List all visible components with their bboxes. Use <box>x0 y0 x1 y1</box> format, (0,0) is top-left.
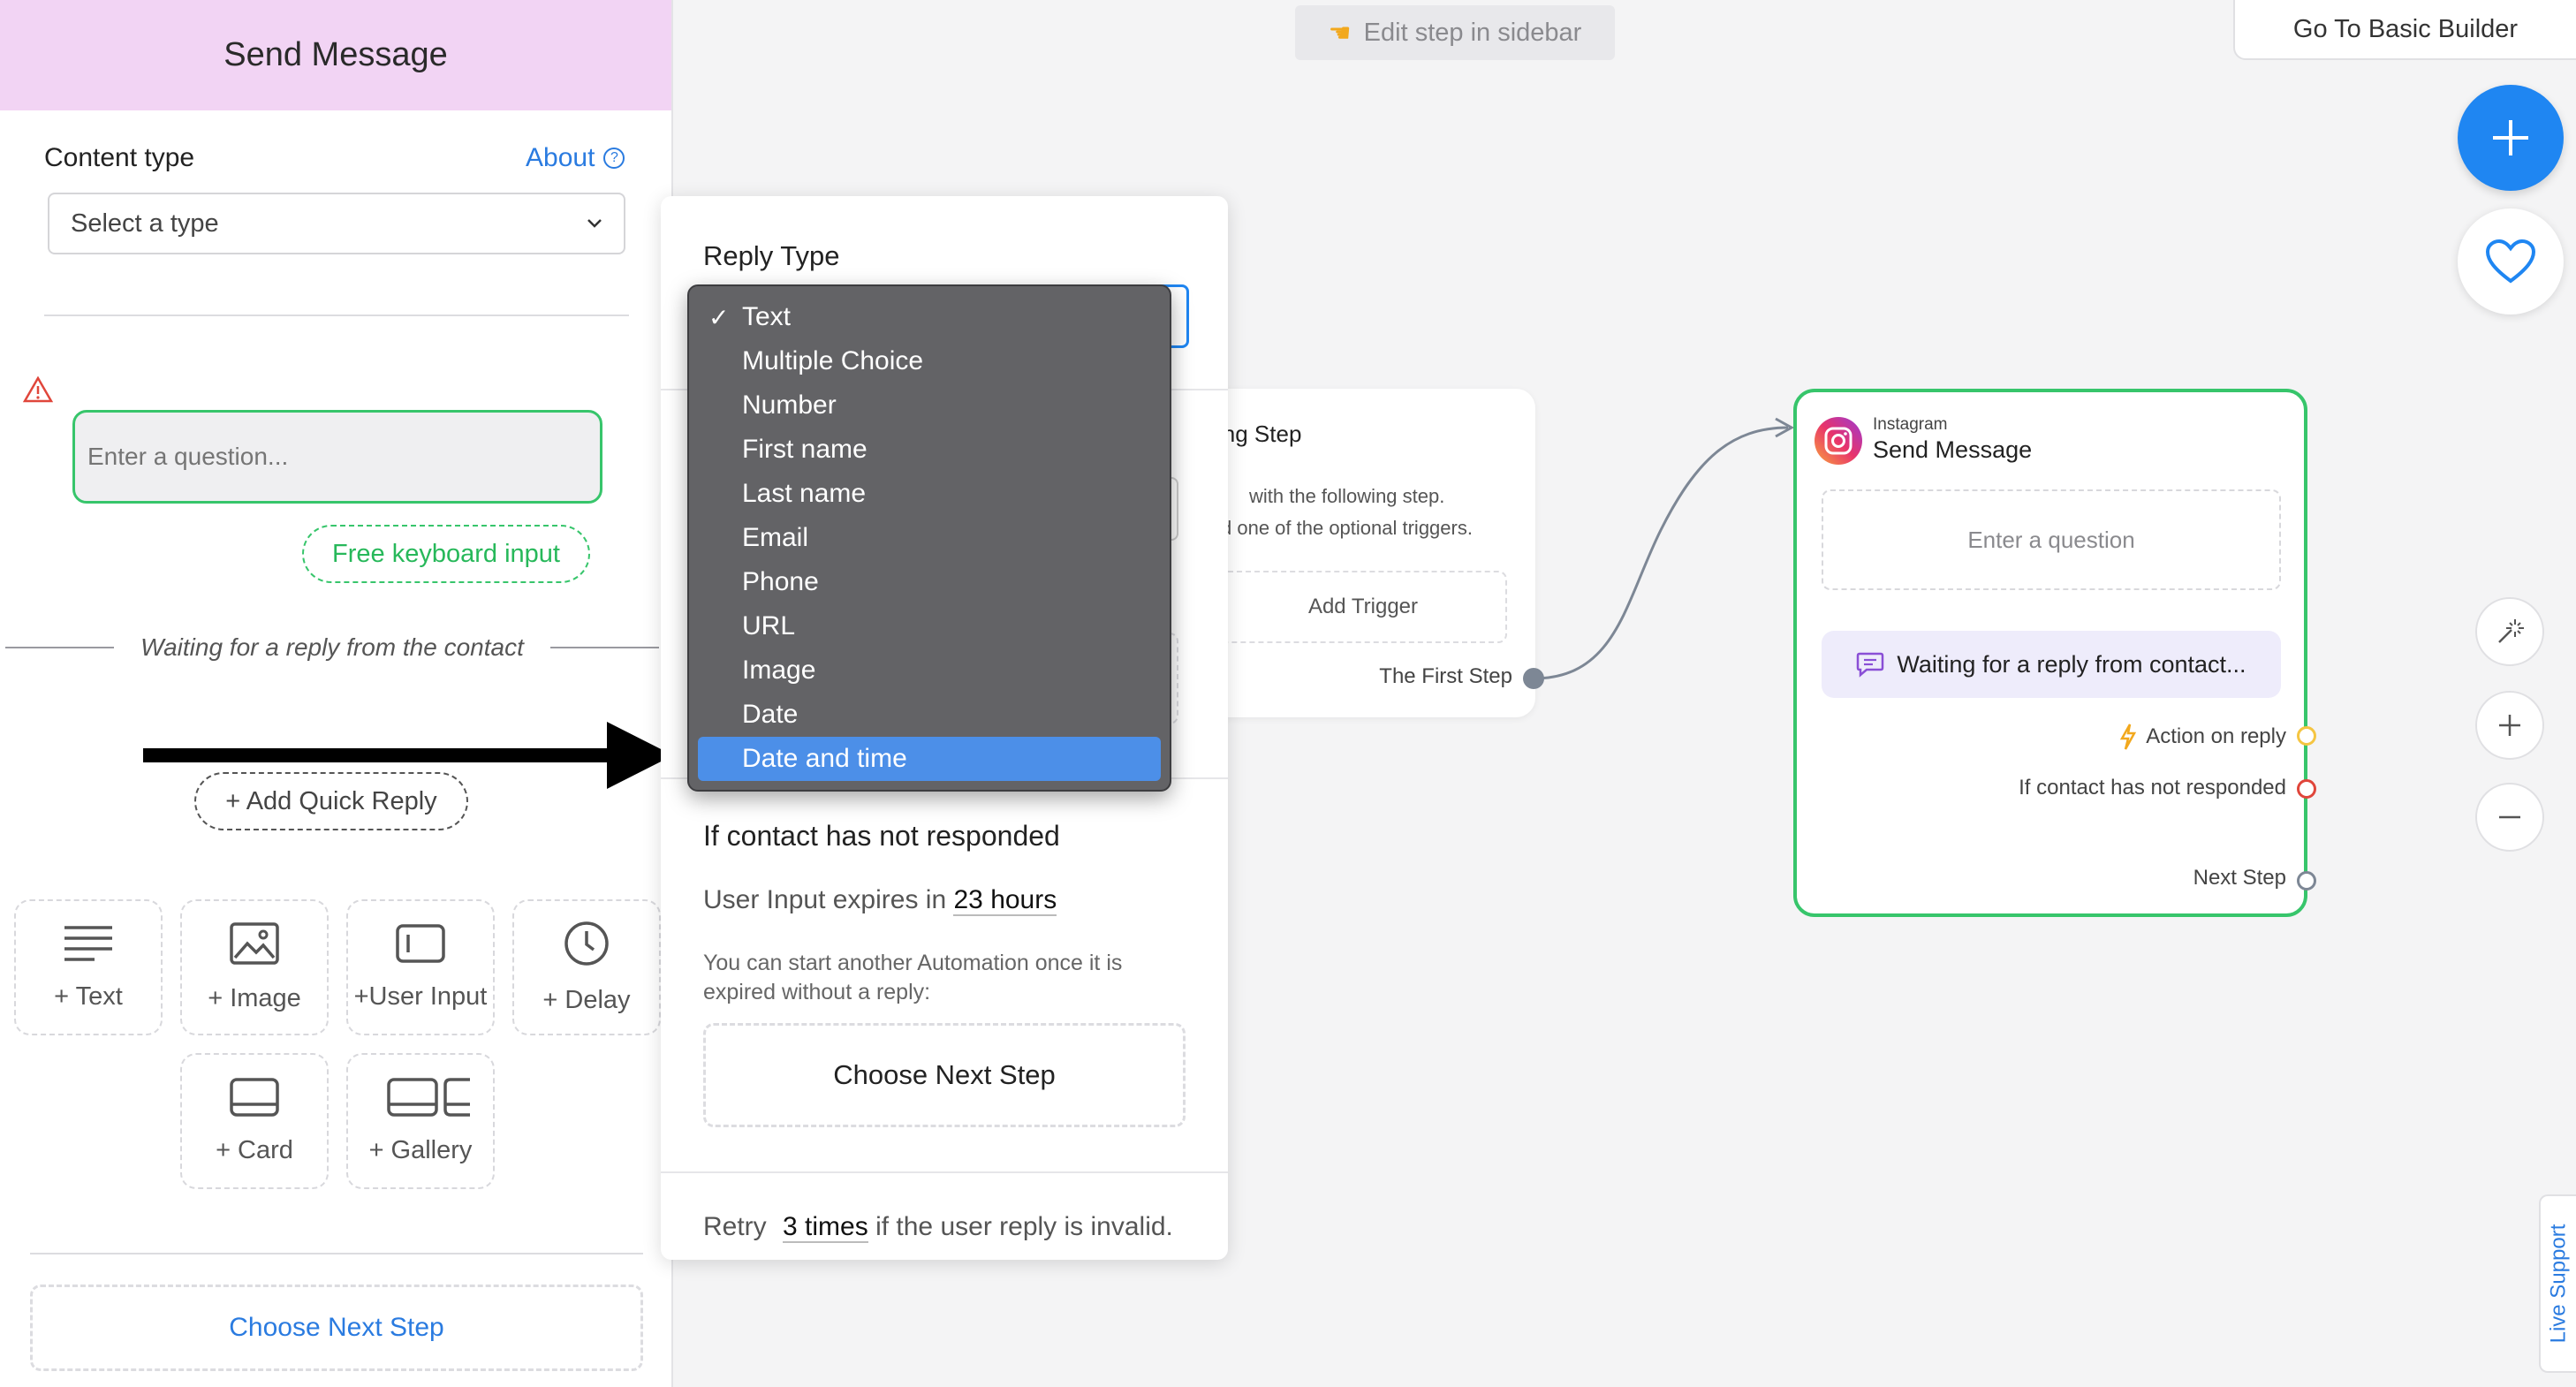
node-waiting-badge: Waiting for a reply from contact... <box>1822 631 2281 698</box>
dropdown-option-label: Email <box>742 523 809 552</box>
not-responded-output: If contact has not responded <box>2019 776 2286 800</box>
dropdown-option-label: Date and time <box>742 744 907 773</box>
dropdown-option[interactable]: Number <box>698 383 1161 428</box>
node-question-placeholder[interactable]: Enter a question <box>1822 489 2281 590</box>
waiting-label: Waiting for a reply from contact... <box>1897 650 2246 678</box>
reply-type-label: Reply Type <box>703 240 840 271</box>
expires-text: User Input expires in 23 hours <box>703 885 1057 916</box>
chat-bubble-icon <box>1857 652 1884 678</box>
next-step-output: Next Step <box>2193 866 2286 890</box>
action-on-reply-output: Action on reply <box>2119 723 2286 751</box>
dropdown-option-label: Number <box>742 390 837 420</box>
node-channel-label: Instagram <box>1873 415 1948 434</box>
action-on-reply-port[interactable] <box>2297 726 2316 746</box>
expires-value[interactable]: 23 hours <box>953 885 1057 916</box>
instagram-send-message-node[interactable]: Instagram Send Message Enter a question … <box>1793 389 2307 917</box>
dropdown-option-label: URL <box>742 611 796 640</box>
starting-step-description: with the following step. d one of the op… <box>1221 485 1473 539</box>
dropdown-option[interactable]: First name <box>698 428 1161 472</box>
starting-step-title: ing Step <box>1217 421 1302 447</box>
dropdown-option[interactable]: Multiple Choice <box>698 339 1161 383</box>
dropdown-option-label: First name <box>742 435 868 464</box>
not-responded-title: If contact has not responded <box>703 820 1060 852</box>
reply-type-dropdown: ✓ Text Multiple Choice Number First name Last… <box>687 284 1171 792</box>
dropdown-option-label: Last name <box>742 479 867 508</box>
node-title: Send Message <box>1873 436 2033 463</box>
retry-text: Retry 3 times if the user reply is inval… <box>703 1212 1173 1243</box>
lightning-icon <box>2120 724 2137 750</box>
dropdown-option-label: Phone <box>742 567 819 596</box>
dropdown-option[interactable]: Phone <box>698 560 1161 604</box>
add-trigger-button[interactable]: Add Trigger <box>1219 571 1507 643</box>
divider <box>661 1171 1228 1173</box>
checkmark-icon: ✓ <box>708 303 730 331</box>
dropdown-option[interactable]: Date <box>698 693 1161 737</box>
dropdown-option[interactable]: Email <box>698 516 1161 560</box>
dropdown-option-label: Text <box>742 302 792 331</box>
first-step-port[interactable] <box>1523 668 1544 689</box>
choose-next-step-button[interactable]: Choose Next Step <box>703 1023 1186 1127</box>
dropdown-option[interactable]: Image <box>698 648 1161 693</box>
dropdown-option[interactable]: Date and time <box>698 737 1161 781</box>
next-step-port[interactable] <box>2297 871 2316 891</box>
dropdown-option[interactable]: ✓ Text <box>698 295 1161 339</box>
dropdown-option-label: Multiple Choice <box>742 346 924 375</box>
dropdown-option-label: Image <box>742 656 816 685</box>
dropdown-option[interactable]: URL <box>698 604 1161 648</box>
dropdown-option[interactable]: Last name <box>698 472 1161 516</box>
first-step-label: The First Step <box>1379 664 1512 688</box>
retry-value[interactable]: 3 times <box>783 1212 868 1243</box>
not-responded-port[interactable] <box>2297 779 2316 799</box>
dropdown-option-label: Date <box>742 700 799 729</box>
start-another-text: You can start another Automation once it… <box>703 951 1123 1004</box>
instagram-icon <box>1815 417 1862 465</box>
